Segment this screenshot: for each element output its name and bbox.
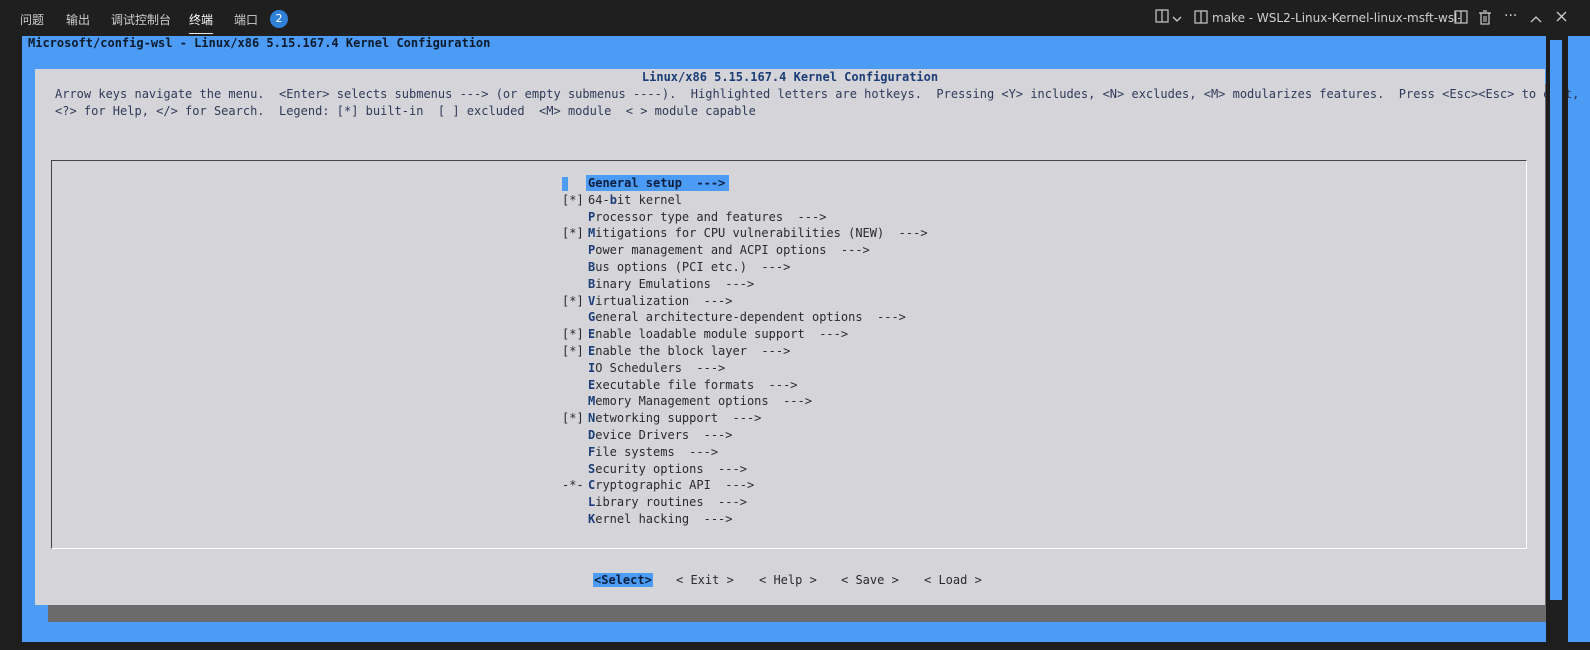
select-button[interactable]: <Select> [593,573,653,587]
panel-bottom-edge [0,642,1590,650]
tab-ports[interactable]: 端口 [234,11,258,28]
menu-item-label: Executable file formats ---> [588,377,798,392]
menu-item-label: Enable loadable module support ---> [588,327,849,342]
save-button[interactable]: < Save > [841,573,899,587]
panel-header: 问题 输出 调试控制台 终端 端口 2 make - WSL2-Linux-Ke… [0,0,1590,36]
terminal-instance-name[interactable]: make - WSL2-Linux-Kernel-linux-msft-wsl-… [1212,11,1460,25]
menu-item-state: -*- [562,478,584,493]
load-button[interactable]: < Load > [924,573,982,587]
menu-item-label: Device Drivers ---> [588,428,733,442]
menu-item-label: 64-bit kernel [588,192,682,207]
menu-item-label: Mitigations for CPU vulnerabilities (NEW… [588,226,928,241]
menu-item[interactable]: Processor type and features ---> [562,209,826,225]
menu-item[interactable]: Library routines ---> [562,494,747,510]
menu-item[interactable]: [*] Enable the block layer ---> [562,343,790,359]
terminal-icon [1194,10,1208,28]
menu-item-label: Security options ---> [588,461,747,476]
menu-item[interactable]: Bus options (PCI etc.) ---> [562,259,790,275]
menu-item[interactable]: General setup ---> [562,175,730,191]
menu-item-label: Cryptographic API ---> [588,478,755,493]
menu-item-state: [*] [562,293,584,308]
tab-problems[interactable]: 问题 [20,11,44,28]
menu-item-label: Memory Management options ---> [588,394,812,409]
menu-item[interactable]: -*- Cryptographic API ---> [562,477,754,493]
screen-title: Microsoft/config-wsl - Linux/x86 5.15.16… [28,36,491,50]
tab-terminal[interactable]: 终端 [189,11,214,34]
menu-item-label: Kernel hacking ---> [588,512,733,526]
menu-item-label: Enable the block layer ---> [588,344,791,358]
cursor-marker [562,176,568,191]
menu-item-state: [*] [562,192,584,207]
ports-count-badge: 2 [270,10,288,28]
menu-item[interactable]: [*] Mitigations for CPU vulnerabilities (… [562,225,928,241]
menu-item-label: IO Schedulers ---> [588,360,726,375]
menu-item[interactable]: IO Schedulers ---> [562,360,725,376]
menu-list: General setup ---> [*] 64-bit kernel Proces… [51,160,1527,549]
split-layout-icon[interactable] [1155,9,1169,27]
menu-item-label: Bus options (PCI etc.) ---> [588,260,791,274]
menu-item-label: Power management and ACPI options ---> [588,243,870,258]
menuconfig-dialog: Linux/x86 5.15.167.4 Kernel Configuratio… [35,69,1579,605]
menu-item[interactable]: [*] 64-bit kernel [562,192,682,208]
menu-item-label: Virtualization ---> [588,293,733,308]
menu-item[interactable]: Power management and ACPI options ---> [562,242,870,258]
menu-item[interactable]: Memory Management options ---> [562,393,812,409]
dialog-title: Linux/x86 5.15.167.4 Kernel Configuratio… [641,70,939,84]
menu-item-label: Binary Emulations ---> [588,276,755,291]
menu-item-state: [*] [562,327,584,342]
menu-item[interactable]: [*] Networking support ---> [562,410,761,426]
menu-item-state: [*] [562,411,584,426]
help-button[interactable]: < Help > [759,573,817,587]
trash-icon[interactable] [1478,10,1492,29]
menu-item-label: Library routines ---> [588,495,747,510]
menu-item[interactable]: Security options ---> [562,461,747,477]
menu-item[interactable]: General architecture-dependent options -… [562,309,906,325]
menu-item[interactable]: File systems ---> [562,444,718,460]
button-bar: <Select> < Exit > < Help > < Save > < Lo… [35,571,1545,589]
terminal-scrollbar[interactable] [1546,36,1568,642]
help-line-1: Arrow keys navigate the menu. <Enter> se… [55,87,1580,101]
close-icon[interactable] [1556,11,1567,26]
tab-output[interactable]: 输出 [66,11,90,28]
menu-item-label: Processor type and features ---> [588,209,827,224]
menu-item[interactable]: Binary Emulations ---> [562,276,754,292]
chevron-down-icon[interactable] [1172,12,1182,27]
menu-item-state: [*] [562,344,584,358]
tab-debug-console[interactable]: 调试控制台 [111,11,171,28]
menu-item[interactable]: [*] Virtualization ---> [562,293,733,309]
menu-item-label: Networking support ---> [588,411,762,426]
menu-item[interactable]: [*] Enable loadable module support ---> [562,326,848,342]
maximize-chevron-icon[interactable] [1530,12,1542,27]
menu-item[interactable]: Kernel hacking ---> [562,511,733,527]
split-terminal-icon[interactable] [1454,10,1468,28]
more-icon[interactable]: ··· [1504,8,1517,24]
menu-item-state [562,175,588,191]
menu-item-label: File systems ---> [588,444,719,459]
menu-item-label: General architecture-dependent options -… [588,310,906,325]
menu-item[interactable]: Executable file formats ---> [562,377,798,393]
menu-item[interactable]: Device Drivers ---> [562,427,733,443]
menu-item-label: General setup ---> [586,175,730,191]
scrollbar-thumb[interactable] [1550,40,1562,600]
exit-button[interactable]: < Exit > [676,573,734,587]
help-line-2: <?> for Help, </> for Search. Legend: [*… [55,104,756,118]
menu-item-state: [*] [562,226,584,241]
